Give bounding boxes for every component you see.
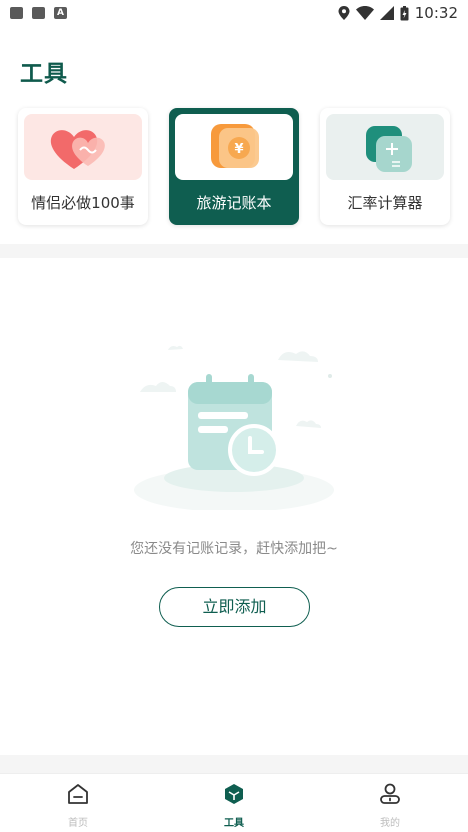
section-divider xyxy=(0,244,468,258)
tool-thumbnail xyxy=(24,114,142,180)
tool-thumbnail: ¥ xyxy=(175,114,293,180)
tool-card-travel-ledger[interactable]: ¥ 旅游记账本 xyxy=(169,108,299,225)
home-icon xyxy=(68,784,88,804)
signal-icon xyxy=(379,6,394,20)
nav-label: 首页 xyxy=(68,818,88,829)
notification-icon xyxy=(32,7,45,19)
nav-mine[interactable]: 我的 xyxy=(350,782,430,829)
a-notification-icon: A xyxy=(54,7,67,19)
status-bar: A 10:32 xyxy=(0,0,468,26)
calendar-clock-icon xyxy=(128,330,340,512)
bottom-nav: 首页 工具 我的 xyxy=(0,773,468,832)
page-title: 工具 xyxy=(20,61,68,87)
battery-icon xyxy=(400,5,409,20)
tool-cards: 情侣必做100事 ¥ 旅游记账本 汇率计算器 xyxy=(18,108,450,226)
svg-text:¥: ¥ xyxy=(234,142,243,157)
yen-coin-icon: ¥ xyxy=(211,124,259,168)
tool-card-exchange-calculator[interactable]: 汇率计算器 xyxy=(320,108,450,225)
profile-icon xyxy=(380,783,400,804)
system-indicators: 10:32 xyxy=(338,4,458,22)
tools-cube-icon xyxy=(225,784,243,804)
nav-tools[interactable]: 工具 xyxy=(194,782,274,829)
wifi-icon xyxy=(355,6,374,20)
tool-label: 汇率计算器 xyxy=(347,194,423,212)
clock: 10:32 xyxy=(414,4,458,22)
nav-home[interactable]: 首页 xyxy=(38,782,118,829)
tool-thumbnail xyxy=(326,114,444,180)
notification-icon xyxy=(10,7,23,19)
tool-card-couple-todos[interactable]: 情侣必做100事 xyxy=(18,108,148,225)
section-divider xyxy=(0,755,468,773)
nav-label: 工具 xyxy=(224,818,244,829)
tool-label: 情侣必做100事 xyxy=(31,194,135,212)
hearts-icon xyxy=(50,130,105,169)
add-now-button[interactable]: 立即添加 xyxy=(159,587,310,627)
tool-label: 旅游记账本 xyxy=(196,194,272,212)
notification-icons: A xyxy=(10,7,67,19)
location-icon xyxy=(338,6,350,20)
empty-state-message: 您还没有记账记录，赶快添加把~ xyxy=(130,541,338,557)
nav-label: 我的 xyxy=(380,818,400,829)
calculator-icon xyxy=(366,126,412,172)
